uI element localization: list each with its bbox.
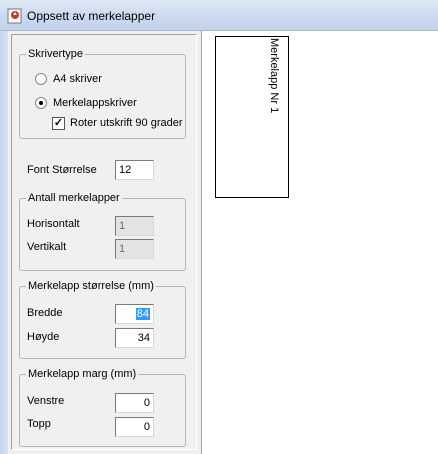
margin-top-input[interactable]: 0 — [115, 417, 154, 437]
window-title: Oppsett av merkelapper — [27, 9, 156, 23]
window-frame — [0, 31, 8, 454]
width-input-value: 84 — [135, 308, 150, 320]
font-size-label: Font Størrelse — [27, 164, 97, 176]
horizontal-label: Horisontalt — [27, 218, 80, 230]
label-count-group: Antall merkelapper — [19, 192, 186, 271]
vertical-label: Vertikalt — [27, 241, 67, 253]
title-bar: Oppsett av merkelapper — [0, 0, 438, 31]
a4-printer-radio[interactable] — [35, 73, 47, 85]
horizontal-input: 1 — [115, 216, 154, 236]
margin-left-label: Venstre — [27, 395, 65, 407]
app-icon — [7, 8, 22, 24]
label-printer-radio[interactable] — [35, 97, 47, 109]
height-label: Høyde — [27, 331, 60, 343]
margin-top-label: Topp — [27, 418, 51, 430]
preview-label-text: Merkelapp Nr 1 — [268, 38, 280, 114]
label-margin-title: Merkelapp marg (mm) — [26, 368, 139, 380]
label-margin-group: Merkelapp marg (mm) — [19, 368, 186, 447]
label-count-title: Antall merkelapper — [26, 192, 122, 204]
width-input[interactable]: 84 — [115, 304, 154, 324]
label-printer-label[interactable]: Merkelappskriver — [53, 97, 137, 110]
margin-left-input[interactable]: 0 — [115, 393, 154, 413]
height-input[interactable]: 34 — [115, 328, 154, 348]
width-label: Bredde — [27, 307, 63, 319]
label-size-title: Merkelapp størrelse (mm) — [26, 280, 156, 292]
font-size-input[interactable]: 12 — [115, 160, 154, 180]
label-size-group: Merkelapp størrelse (mm) — [19, 280, 186, 359]
rotate-checkbox[interactable]: ✓ — [52, 117, 65, 130]
rotate-label[interactable]: Roter utskrift 90 grader — [70, 117, 183, 130]
a4-printer-label[interactable]: A4 skriver — [53, 73, 102, 86]
vertical-input: 1 — [115, 239, 154, 259]
printer-type-title: Skrivertype — [26, 48, 86, 60]
